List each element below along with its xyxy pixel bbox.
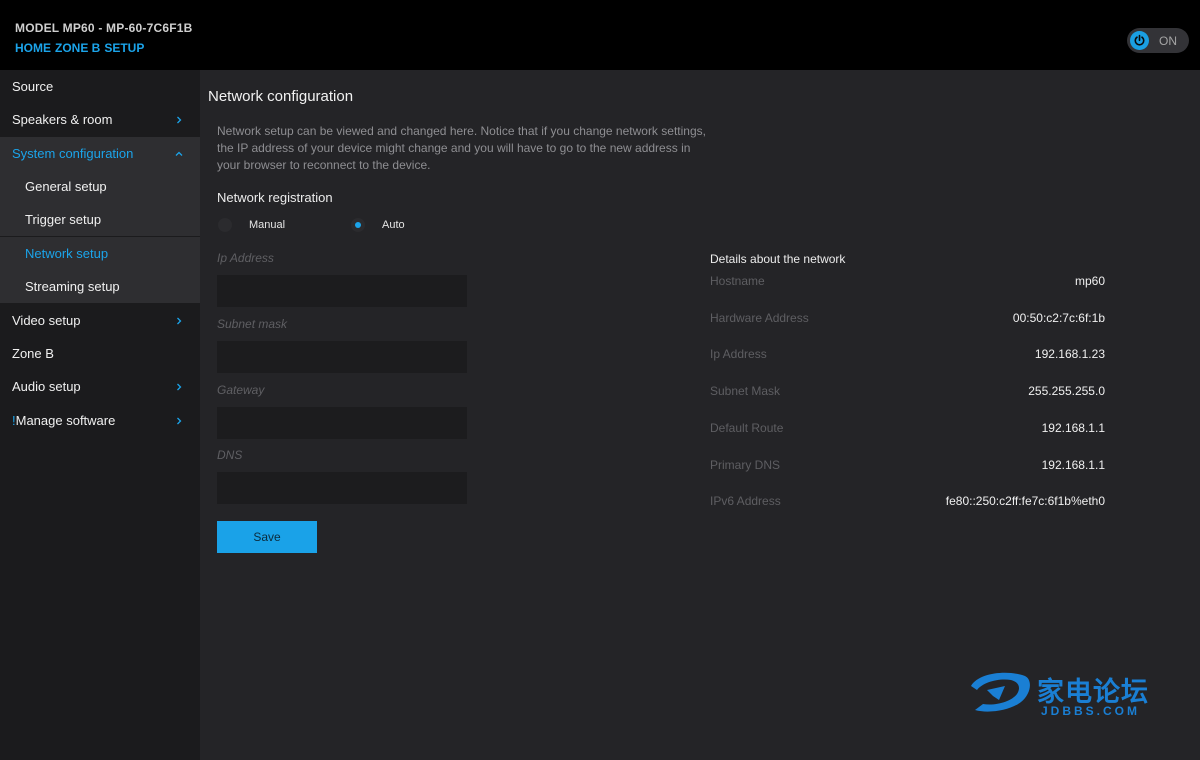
sidebar-item-label: Speakers & room	[12, 112, 113, 127]
detail-key: Ip Address	[710, 347, 767, 361]
breadcrumb-setup[interactable]: SETUP	[104, 41, 144, 55]
sidebar-item-audio-setup[interactable]: Audio setup	[0, 370, 200, 403]
detail-value: fe80::250:c2ff:fe7c:6f1b%eth0	[945, 494, 1105, 508]
sidebar-item-speakers-room[interactable]: Speakers & room	[0, 103, 200, 136]
intro-text: Network setup can be viewed and changed …	[217, 124, 706, 172]
sidebar-item-label: Manage software	[15, 413, 116, 428]
device-model: MODEL MP60 - MP-60-7C6F1B	[15, 21, 193, 35]
power-knob	[1130, 31, 1149, 50]
detail-row-hostname: Hostname mp60	[710, 274, 1105, 292]
breadcrumb-zone-b[interactable]: ZONE B	[55, 41, 100, 55]
radio-manual-label: Manual	[249, 219, 286, 231]
watermark: 家电论坛 JDBBS.COM	[965, 664, 1175, 724]
dns-input[interactable]	[217, 472, 467, 504]
ip-address-input[interactable]	[217, 275, 467, 307]
sidebar-item-streaming-setup[interactable]: Streaming setup	[0, 270, 200, 303]
detail-row-default-route: Default Route 192.168.1.1	[710, 421, 1105, 439]
radio-auto-label: Auto	[382, 219, 405, 231]
sidebar-item-label: Audio setup	[12, 379, 81, 394]
chevron-right-icon	[177, 417, 182, 425]
sidebar-item-manage-software[interactable]: !Manage software	[0, 404, 200, 437]
breadcrumb: HOME ZONE B SETUP	[15, 41, 148, 55]
sidebar: Source Speakers & room System configurat…	[0, 70, 200, 760]
chevron-right-icon	[177, 383, 182, 391]
detail-key: Hostname	[710, 274, 765, 288]
sidebar-item-network-setup[interactable]: Network setup	[0, 237, 200, 270]
detail-value: 192.168.1.1	[1041, 421, 1105, 435]
sidebar-item-label: Streaming setup	[25, 279, 120, 294]
radio-manual[interactable]	[218, 218, 232, 232]
network-details-title: Details about the network	[710, 252, 846, 266]
gateway-input[interactable]	[217, 407, 467, 439]
dns-label: DNS	[217, 448, 243, 462]
watermark-en: JDBBS.COM	[1041, 704, 1141, 718]
sidebar-item-label: Zone B	[12, 346, 54, 361]
sidebar-item-label: General setup	[25, 179, 107, 194]
sidebar-item-label: Source	[12, 79, 54, 94]
sidebar-item-label: Trigger setup	[25, 212, 102, 227]
power-toggle[interactable]: ON	[1127, 28, 1189, 53]
sidebar-item-label-wrap: !Manage software	[12, 413, 115, 428]
chevron-right-icon	[177, 116, 182, 124]
power-label: ON	[1159, 34, 1177, 48]
sidebar-item-video-setup[interactable]: Video setup	[0, 304, 200, 337]
sidebar-item-zone-b[interactable]: Zone B	[0, 337, 200, 370]
sidebar-item-label: Video setup	[12, 313, 81, 328]
detail-value: 00:50:c2:7c:6f:1b	[1012, 311, 1105, 325]
detail-value: mp60	[1074, 274, 1105, 288]
detail-key: Hardware Address	[710, 311, 809, 325]
sidebar-item-label: Network setup	[25, 246, 109, 261]
detail-row-ipv6-address: IPv6 Address fe80::250:c2ff:fe7c:6f1b%et…	[710, 494, 1105, 512]
sidebar-item-trigger-setup[interactable]: Trigger setup	[0, 203, 200, 236]
chevron-right-icon	[177, 317, 182, 325]
detail-row-primary-dns: Primary DNS 192.168.1.1	[710, 458, 1105, 476]
radio-auto[interactable]	[351, 218, 365, 232]
chevron-up-icon	[175, 151, 183, 156]
breadcrumb-home[interactable]: HOME	[15, 41, 51, 55]
ip-address-label: Ip Address	[217, 251, 274, 265]
detail-row-subnet-mask: Subnet Mask 255.255.255.0	[710, 384, 1105, 402]
network-registration-title: Network registration	[217, 190, 333, 205]
detail-key: Default Route	[710, 421, 784, 435]
detail-row-hardware-address: Hardware Address 00:50:c2:7c:6f:1b	[710, 311, 1105, 329]
sidebar-item-general-setup[interactable]: General setup	[0, 170, 200, 203]
power-icon	[1134, 34, 1145, 46]
sidebar-item-system-configuration[interactable]: System configuration	[0, 137, 200, 170]
save-button[interactable]: Save	[217, 521, 317, 553]
subnet-mask-input[interactable]	[217, 341, 467, 373]
sidebar-item-label: System configuration	[12, 146, 134, 161]
detail-row-ip-address: Ip Address 192.168.1.23	[710, 347, 1105, 365]
detail-value: 255.255.255.0	[1028, 384, 1105, 398]
detail-key: Primary DNS	[710, 458, 781, 472]
detail-key: Subnet Mask	[710, 384, 781, 398]
detail-value: 192.168.1.23	[1034, 347, 1105, 361]
sidebar-item-source[interactable]: Source	[0, 70, 200, 103]
jdbbs-logo-icon	[971, 672, 1030, 712]
page-title: Network configuration	[208, 88, 354, 105]
subnet-mask-label: Subnet mask	[217, 317, 288, 331]
gateway-label: Gateway	[217, 383, 265, 397]
detail-value: 192.168.1.1	[1041, 458, 1105, 472]
detail-key: IPv6 Address	[710, 494, 781, 508]
top-header: MODEL MP60 - MP-60-7C6F1B HOME ZONE B SETU…	[0, 0, 1200, 70]
